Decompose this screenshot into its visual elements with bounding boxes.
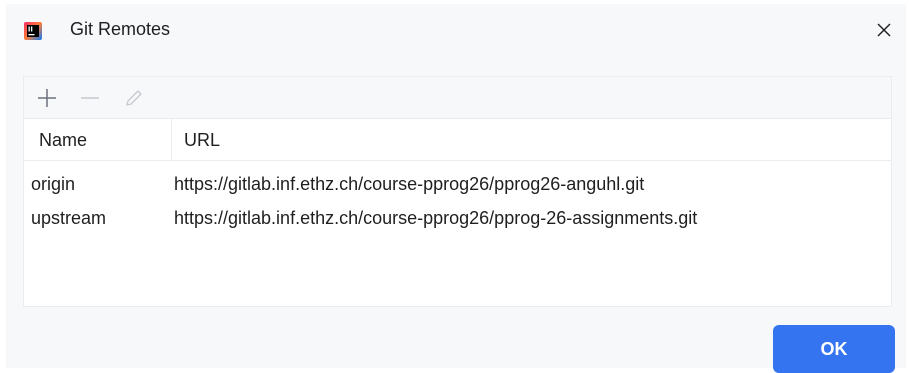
edit-icon <box>126 90 142 106</box>
column-header-name[interactable]: Name <box>39 130 87 151</box>
table-header: Name URL <box>24 119 891 161</box>
remotes-panel: Name URL origin https://gitlab.inf.ethz.… <box>23 76 892 307</box>
column-header-url[interactable]: URL <box>184 130 220 151</box>
remote-url: https://gitlab.inf.ethz.ch/course-pprog2… <box>174 208 698 228</box>
dialog-title: Git Remotes <box>70 19 171 39</box>
ok-button[interactable]: OK <box>773 325 895 373</box>
remote-name: upstream <box>31 208 107 228</box>
remote-name: origin <box>31 174 76 194</box>
title-bar: Git Remotes <box>6 4 906 56</box>
edit-remote-button[interactable] <box>123 87 145 109</box>
close-button[interactable] <box>870 16 898 44</box>
table-row[interactable]: upstream https://gitlab.inf.ethz.ch/cour… <box>24 201 891 235</box>
close-icon <box>877 23 891 37</box>
remote-url: https://gitlab.inf.ethz.ch/course-pprog2… <box>174 174 645 194</box>
table-row[interactable]: origin https://gitlab.inf.ethz.ch/course… <box>24 167 891 201</box>
git-remotes-dialog: Git Remotes Name URL origin https://gitl… <box>6 4 906 373</box>
remove-remote-button[interactable] <box>79 87 101 109</box>
remove-icon <box>81 97 99 99</box>
column-divider[interactable] <box>171 119 172 160</box>
intellij-idea-icon <box>24 22 42 40</box>
remotes-toolbar <box>24 77 891 119</box>
add-remote-button[interactable] <box>36 87 58 109</box>
add-icon <box>38 89 56 107</box>
